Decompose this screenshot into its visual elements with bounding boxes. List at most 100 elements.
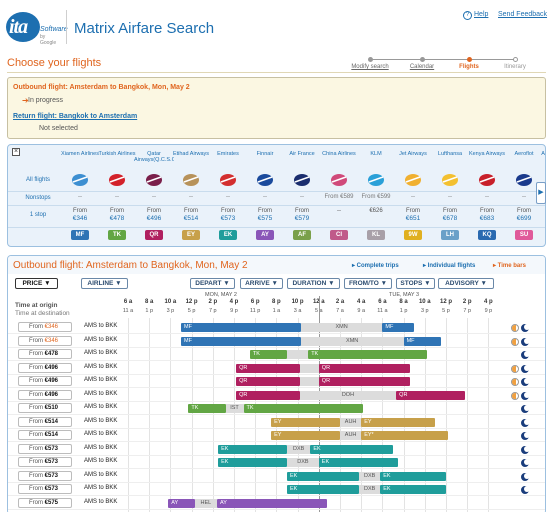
help-link[interactable]: ? Help	[463, 11, 488, 20]
airline-code-chip[interactable]: KQ	[478, 230, 496, 240]
one-stop-price-cell[interactable]: From €496	[134, 208, 174, 222]
airline-code-chip[interactable]: EK	[219, 230, 237, 240]
airline-name[interactable]: Austrian Airlines	[541, 151, 545, 169]
airline-name[interactable]: Emirates	[208, 151, 248, 169]
flight-segment-bar[interactable]: MF	[403, 336, 441, 346]
price-button[interactable]: From €573	[18, 470, 72, 481]
price-button[interactable]: From €496	[18, 362, 72, 373]
airline-column[interactable]: Air France	[282, 151, 322, 187]
price-button[interactable]: From €346	[18, 322, 72, 332]
view-complete-trips[interactable]: ▸ Complete trips	[352, 262, 399, 269]
nonstop-price-cell[interactable]: --	[134, 194, 174, 200]
price-button[interactable]: From €514	[18, 416, 72, 427]
view-individual-flights[interactable]: ▸ Individual flights	[423, 262, 475, 269]
price-button[interactable]: From €346	[18, 335, 72, 346]
matrix-next-button[interactable]: ▶	[536, 182, 546, 204]
one-stop-price-cell[interactable]: From €699	[504, 208, 544, 222]
airline-code-chip[interactable]: AY	[256, 230, 274, 240]
row-label-nonstops[interactable]: Nonstops	[12, 195, 64, 201]
one-stop-price-cell[interactable]: From €678	[430, 208, 470, 222]
airline-name[interactable]: Jet Airways	[393, 151, 433, 169]
airline-code-chip[interactable]: KL	[367, 230, 385, 240]
row-label-all-flights[interactable]: All flights	[12, 177, 64, 183]
airline-name[interactable]: Etihad Airways	[171, 151, 211, 169]
price-button[interactable]: From €573	[18, 484, 72, 494]
flight-segment-bar[interactable]: EK	[380, 485, 446, 494]
send-feedback-link[interactable]: Send Feedback	[498, 11, 547, 18]
flight-segment-bar[interactable]: EK	[380, 471, 446, 481]
flight-segment-bar[interactable]: EY	[271, 431, 340, 440]
flight-segment-bar[interactable]: MF	[181, 336, 301, 346]
airline-column[interactable]: Lufthansa	[430, 151, 470, 187]
airline-column[interactable]: Finnair	[245, 151, 285, 187]
sort-duration-button[interactable]: DURATION ▼	[287, 278, 340, 289]
airline-code-chip[interactable]: SU	[515, 230, 533, 240]
flight-segment-bar[interactable]: EK	[310, 444, 393, 454]
airline-name[interactable]: KLM	[356, 151, 396, 169]
flight-segment-bar[interactable]: EY	[271, 417, 340, 427]
airline-column[interactable]: Turkish Airlines	[97, 151, 137, 187]
nonstop-price-cell[interactable]: --	[282, 194, 322, 200]
airline-column[interactable]: Qatar Airways(Q.C.S.C)	[134, 151, 174, 187]
price-button[interactable]: From €478	[18, 349, 72, 359]
flight-segment-bar[interactable]: QR	[318, 363, 410, 373]
flight-segment-bar[interactable]: EK	[218, 444, 287, 454]
view-time-bars[interactable]: ▸ Time bars	[493, 262, 526, 269]
flight-segment-bar[interactable]: EK	[287, 471, 360, 481]
sort-advisory-button[interactable]: ADVISORY ▼	[438, 278, 494, 289]
nonstop-price-cell[interactable]: --	[171, 194, 211, 200]
nonstop-price-cell[interactable]: --	[393, 194, 433, 200]
airline-code-chip[interactable]: CI	[330, 230, 348, 240]
row-label-one-stop[interactable]: 1 stop	[12, 212, 64, 218]
one-stop-price-cell[interactable]: From €573	[208, 208, 248, 222]
nonstop-price-cell[interactable]: From €599	[356, 194, 396, 200]
flight-segment-bar[interactable]: MF	[181, 323, 301, 332]
one-stop-price-cell[interactable]: From €651	[393, 208, 433, 222]
price-button[interactable]: From €496	[18, 389, 72, 400]
one-stop-price-cell[interactable]: From €478	[97, 208, 137, 222]
return-flight-link[interactable]: Return flight: Bangkok to Amsterdam	[13, 113, 137, 120]
sort-arrive-button[interactable]: ARRIVE ▼	[240, 278, 283, 289]
price-button[interactable]: From €514	[18, 430, 72, 440]
one-stop-price-cell[interactable]: From €514	[171, 208, 211, 222]
flight-segment-bar[interactable]: MF	[382, 323, 415, 332]
flight-segment-bar[interactable]: TK	[188, 404, 226, 413]
one-stop-price-cell[interactable]: --	[319, 208, 359, 215]
sort-stops-button[interactable]: STOPS ▼	[396, 278, 435, 289]
airline-code-chip[interactable]: AF	[293, 230, 311, 240]
flight-segment-bar[interactable]: EK	[287, 485, 360, 494]
flight-segment-bar[interactable]: EY*	[361, 431, 449, 440]
sort-price-button[interactable]: PRICE ▼	[15, 278, 58, 289]
airline-column[interactable]: Jet Airways	[393, 151, 433, 187]
one-stop-price-cell[interactable]: From €575	[245, 208, 285, 222]
one-stop-price-cell[interactable]: From €346	[60, 208, 100, 222]
airline-name[interactable]: Qatar Airways(Q.C.S.C)	[134, 151, 174, 169]
airline-code-chip[interactable]: TK	[108, 230, 126, 240]
airline-column[interactable]: China Airlines	[319, 151, 359, 187]
flight-segment-bar[interactable]: EK	[318, 458, 399, 467]
airline-name[interactable]: Turkish Airlines	[97, 151, 137, 169]
flight-segment-bar[interactable]: EY	[361, 417, 436, 427]
flight-segment-bar[interactable]: QR	[236, 390, 300, 400]
sort-depart-button[interactable]: DEPART ▼	[190, 278, 235, 289]
flight-segment-bar[interactable]: QR	[396, 390, 466, 400]
flight-segment-bar[interactable]: QR	[318, 377, 410, 386]
price-button[interactable]: From €510	[18, 403, 72, 413]
flight-segment-bar[interactable]: TK	[249, 350, 287, 359]
price-button[interactable]: From €573	[18, 457, 72, 467]
one-stop-price-cell[interactable]: From €579	[282, 208, 322, 222]
nonstop-price-cell[interactable]: --	[208, 194, 248, 200]
price-button[interactable]: From €573	[18, 443, 72, 454]
airline-code-chip[interactable]: MF	[71, 230, 89, 240]
nonstop-price-cell[interactable]: --	[97, 194, 137, 200]
one-stop-price-cell[interactable]: From€73	[541, 208, 545, 222]
airline-code-chip[interactable]: LH	[441, 230, 459, 240]
nonstop-price-cell[interactable]: From €589	[319, 194, 359, 200]
one-stop-price-cell[interactable]: €626	[356, 208, 396, 215]
flight-segment-bar[interactable]: AY	[217, 498, 328, 508]
step-modify-search[interactable]: Modify search	[340, 56, 400, 70]
airline-column[interactable]: Etihad Airways	[171, 151, 211, 187]
nonstop-price-cell[interactable]: --	[245, 194, 285, 200]
airline-name[interactable]: Aeroflot	[504, 151, 544, 169]
sort-airline-button[interactable]: AIRLINE ▼	[81, 278, 128, 289]
